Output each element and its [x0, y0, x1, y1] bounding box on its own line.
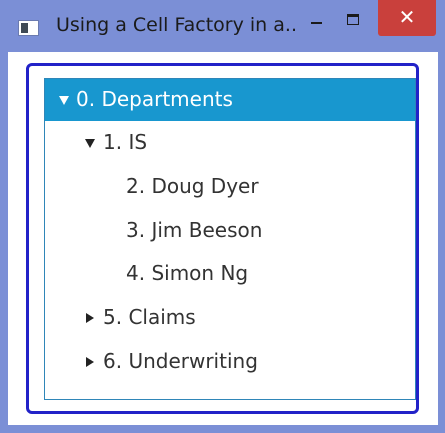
tree-item-label: 5. Claims [103, 305, 196, 329]
app-window: Using a Cell Factory in a... ✕ 0. Depart… [0, 0, 445, 433]
close-button[interactable]: ✕ [378, 0, 436, 36]
tree-item-underwriting[interactable]: 6. Underwriting [45, 341, 415, 385]
collapse-arrow-icon[interactable] [85, 139, 95, 148]
tree-item-doug-dyer[interactable]: 2. Doug Dyer [45, 166, 415, 210]
tree-item-label: 3. Jim Beeson [126, 218, 263, 242]
title-bar[interactable]: Using a Cell Factory in a... ✕ [0, 0, 445, 52]
close-icon: ✕ [398, 5, 416, 29]
maximize-button[interactable] [334, 4, 372, 36]
tree-item-departments[interactable]: 0. Departments [45, 79, 415, 121]
minimize-button[interactable] [300, 4, 338, 36]
maximize-icon [347, 14, 359, 25]
expand-arrow-icon[interactable] [86, 357, 94, 367]
tree-item-label: 4. Simon Ng [126, 261, 249, 285]
tree-item-jim-beeson[interactable]: 3. Jim Beeson [45, 210, 415, 254]
tree-item-label: 6. Underwriting [103, 349, 258, 373]
tree-item-label: 2. Doug Dyer [126, 174, 259, 198]
minimize-icon [311, 22, 322, 24]
tree-item-label: 1. IS [103, 130, 148, 154]
collapse-arrow-icon[interactable] [59, 96, 69, 105]
window-client-area: 0. Departments 1. IS 2. Doug Dyer 3. Jim… [8, 52, 438, 425]
expand-arrow-icon[interactable] [86, 313, 94, 323]
tree-view[interactable]: 0. Departments 1. IS 2. Doug Dyer 3. Jim… [44, 78, 416, 400]
tree-item-is[interactable]: 1. IS [45, 122, 415, 166]
window-title: Using a Cell Factory in a... [56, 14, 296, 36]
app-window-icon[interactable] [18, 20, 39, 36]
app-window-icon-fill [21, 23, 28, 33]
outer-border-frame: 0. Departments 1. IS 2. Doug Dyer 3. Jim… [26, 63, 419, 414]
tree-item-label: 0. Departments [76, 87, 233, 111]
tree-item-claims[interactable]: 5. Claims [45, 297, 415, 341]
tree-item-simon-ng[interactable]: 4. Simon Ng [45, 253, 415, 297]
